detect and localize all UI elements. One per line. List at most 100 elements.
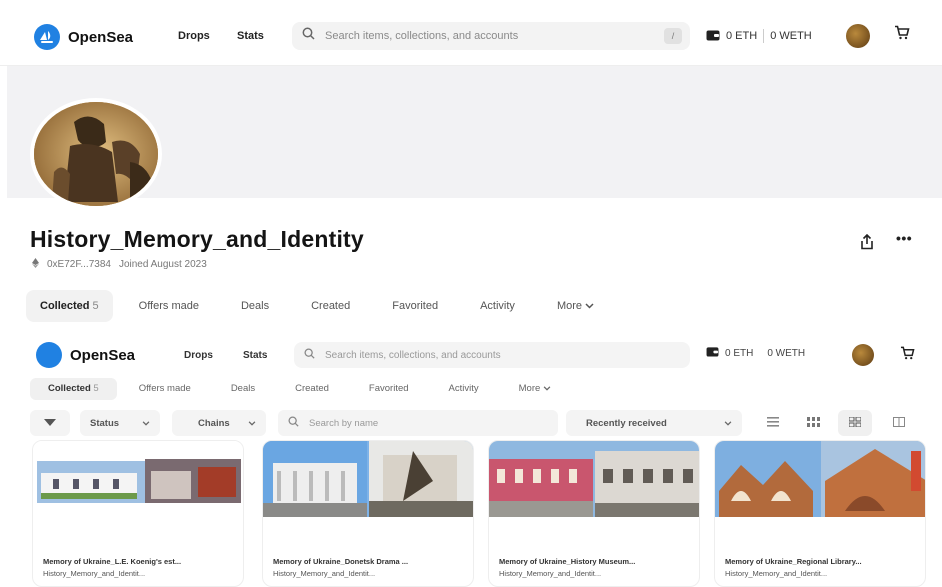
inner-wallet-balances[interactable]: 0 ETH 0 WETH	[706, 346, 805, 360]
nft-card-title: Memory of Ukraine_History Museum...	[499, 557, 636, 566]
share-icon[interactable]	[860, 233, 874, 255]
nft-card-collection: History_Memory_and_Identit...	[499, 569, 602, 578]
nav-link-stats[interactable]: Stats	[237, 30, 264, 42]
inner-tab-more[interactable]: More	[501, 378, 569, 400]
inner-tab-activity[interactable]: Activity	[431, 378, 497, 400]
tab-created[interactable]: Created	[297, 290, 364, 322]
inner-tab-offers-made[interactable]: Offers made	[121, 378, 209, 400]
inner-cart-icon[interactable]	[900, 346, 915, 365]
embedded-page-preview: OpenSea Drops Stats Search items, collec…	[0, 332, 942, 587]
top-navbar: OpenSea Drops Stats Search items, collec…	[0, 0, 942, 66]
inner-tab-more-label: More	[518, 383, 541, 394]
inner-brand-name: OpenSea	[70, 346, 136, 364]
opensea-logo[interactable]: OpenSea	[34, 24, 133, 50]
nft-card-image	[489, 441, 699, 517]
inner-tab-collected[interactable]: Collected 5	[30, 378, 117, 400]
nft-card-title: Memory of Ukraine_Donetsk Drama ...	[273, 557, 409, 566]
large-grid-toggle[interactable]	[882, 410, 916, 436]
inner-search-icon	[304, 348, 315, 362]
inner-filter-bar: Status Chains Search by name Recently re…	[30, 410, 926, 436]
chains-dropdown[interactable]: Chains	[172, 410, 266, 436]
tab-collected-count: 5	[92, 300, 99, 312]
tab-collected[interactable]: Collected 5	[26, 290, 113, 322]
nft-card-image	[33, 441, 243, 517]
grid-view-toggle[interactable]	[838, 410, 872, 436]
profile-tabs: Collected 5 Offers made Deals Created Fav…	[26, 290, 614, 322]
chevron-down-icon	[585, 300, 594, 312]
filter-caret-icon	[44, 418, 56, 429]
dense-grid-icon	[806, 414, 820, 432]
account-avatar[interactable]	[846, 24, 870, 48]
inner-search-placeholder: Search items, collections, and accounts	[325, 349, 501, 361]
ethereum-icon	[32, 258, 39, 271]
nft-card[interactable]: Memory of Ukraine_L.E. Koenig's est... H…	[32, 440, 244, 587]
joined-date: Joined August 2023	[118, 259, 207, 270]
grid-view-icon	[848, 414, 862, 432]
nft-card[interactable]: Memory of Ukraine_Regional Library... Hi…	[714, 440, 926, 587]
search-shortcut-key: /	[664, 28, 682, 44]
search-icon	[302, 27, 315, 45]
nft-card-collection: History_Memory_and_Identit...	[273, 569, 376, 578]
inner-nav-link-drops[interactable]: Drops	[184, 350, 213, 361]
nft-card-title: Memory of Ukraine_Regional Library...	[725, 557, 862, 566]
wallet-icon	[706, 29, 720, 44]
sort-dropdown-label: Recently received	[586, 417, 667, 429]
list-view-icon	[767, 414, 779, 432]
cart-icon[interactable]	[894, 25, 910, 45]
inner-nav-link-stats[interactable]: Stats	[243, 350, 267, 361]
wallet-divider	[763, 29, 765, 43]
inner-tab-favorited[interactable]: Favorited	[351, 378, 427, 400]
tab-activity[interactable]: Activity	[466, 290, 529, 322]
inner-tab-collected-label: Collected	[48, 383, 91, 394]
sort-chevron-icon	[724, 418, 732, 429]
inner-tab-deals[interactable]: Deals	[213, 378, 273, 400]
nft-card-collection: History_Memory_and_Identit...	[725, 569, 828, 578]
nft-card-image	[715, 441, 925, 517]
status-chevron-icon	[142, 418, 150, 429]
list-view-toggle[interactable]	[756, 410, 790, 436]
weth-balance: 0 WETH	[770, 30, 812, 42]
nft-card-collection: History_Memory_and_Identit...	[43, 569, 146, 578]
inner-profile-tabs: Collected 5 Offers made Deals Created Fa…	[30, 378, 573, 400]
profile-meta: 0xE72F...7384 Joined August 2023	[32, 258, 207, 271]
chains-chevron-icon	[248, 418, 256, 429]
filter-toggle-button[interactable]	[30, 410, 70, 436]
dense-grid-toggle[interactable]	[796, 410, 830, 436]
status-dropdown[interactable]: Status	[80, 410, 160, 436]
inner-wallet-icon	[706, 346, 719, 360]
profile-name: History_Memory_and_Identity	[30, 226, 364, 252]
search-placeholder: Search items, collections, and accounts	[325, 30, 519, 42]
eth-balance: 0 ETH	[726, 30, 758, 42]
inner-eth-balance: 0 ETH	[725, 347, 754, 359]
nft-card-title: Memory of Ukraine_L.E. Koenig's est...	[43, 557, 182, 566]
nft-card[interactable]: Memory of Ukraine_History Museum... Hist…	[488, 440, 700, 587]
nav-link-drops[interactable]: Drops	[178, 30, 210, 42]
search-bar[interactable]: Search items, collections, and accounts …	[292, 22, 690, 50]
search-by-name-input[interactable]: Search by name	[278, 410, 558, 436]
profile-avatar-image	[30, 98, 162, 210]
inner-chevron-down-icon	[543, 383, 551, 394]
tab-offers-made[interactable]: Offers made	[125, 290, 213, 322]
search-by-name-icon	[288, 416, 299, 430]
tab-more[interactable]: More	[543, 290, 608, 322]
tab-deals[interactable]: Deals	[227, 290, 283, 322]
inner-tab-collected-count: 5	[93, 383, 99, 394]
wallet-balances[interactable]: 0 ETH 0 WETH	[698, 22, 820, 50]
more-options-icon[interactable]: •••	[896, 230, 912, 246]
search-by-name-placeholder: Search by name	[309, 417, 379, 429]
inner-account-avatar[interactable]	[852, 344, 874, 366]
large-grid-icon	[893, 414, 905, 432]
opensea-logo-icon	[34, 24, 60, 50]
nft-card[interactable]: Memory of Ukraine_Donetsk Drama ... Hist…	[262, 440, 474, 587]
sort-dropdown[interactable]: Recently received	[566, 410, 742, 436]
nft-card-image	[263, 441, 473, 517]
inner-weth-balance: 0 WETH	[767, 347, 806, 359]
inner-opensea-logo[interactable]: OpenSea	[36, 342, 135, 368]
wallet-address[interactable]: 0xE72F...7384	[47, 259, 111, 270]
inner-tab-created[interactable]: Created	[277, 378, 347, 400]
tab-collected-label: Collected	[40, 300, 90, 312]
tab-favorited[interactable]: Favorited	[378, 290, 452, 322]
chains-dropdown-label: Chains	[198, 417, 230, 429]
tab-more-label: More	[556, 300, 582, 312]
inner-search-bar[interactable]: Search items, collections, and accounts	[294, 342, 690, 368]
